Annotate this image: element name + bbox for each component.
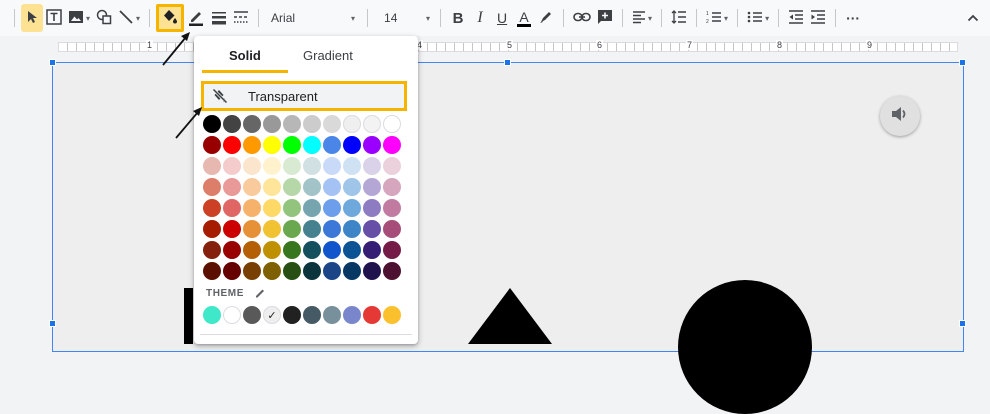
arrow-to-fill-button [162, 32, 190, 66]
annotation-arrows [162, 32, 202, 139]
arrow-to-transparent [175, 107, 202, 139]
